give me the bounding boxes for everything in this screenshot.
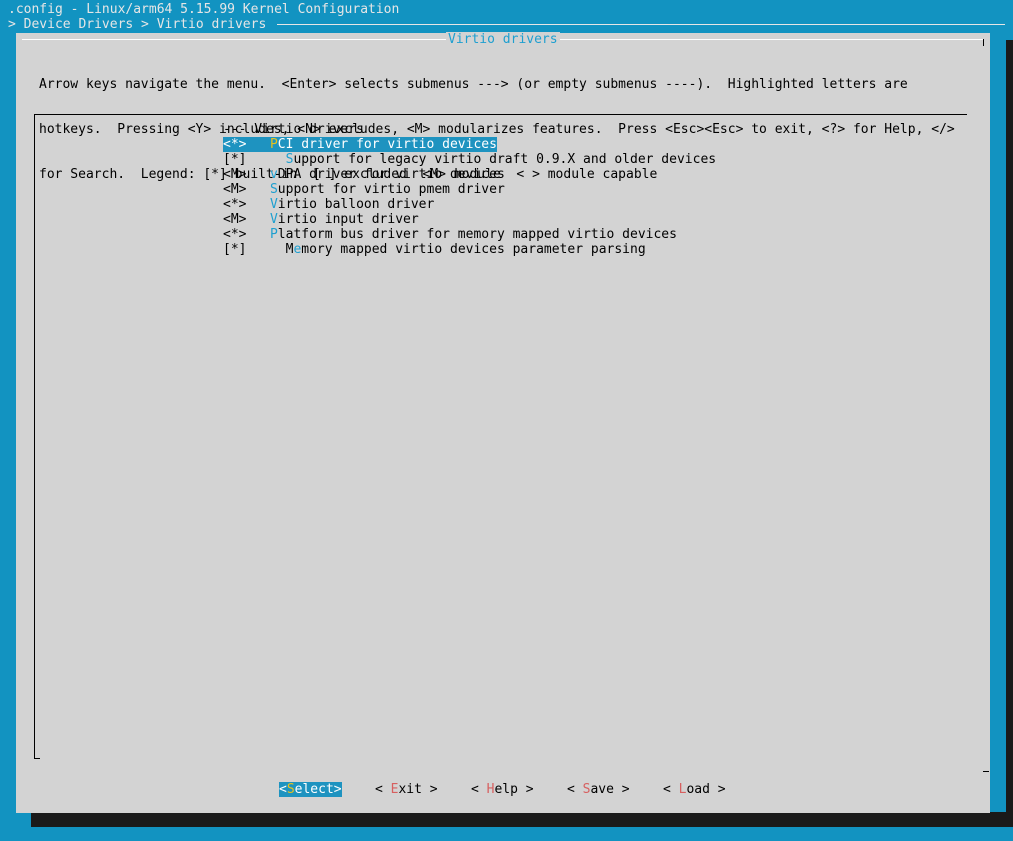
menu-border [983, 771, 989, 772]
item-hotkey: V [269, 212, 278, 227]
help-line: hotkeys. Pressing <Y> includes, <N> excl… [39, 122, 955, 137]
menu-item-platform-bus-driver[interactable]: <*> Platform bus driver for memory mappe… [223, 227, 677, 242]
dialog-title: Virtio drivers [448, 32, 558, 47]
item-label: DPA driver for virtio devices [277, 167, 505, 182]
menu-item-pmem-driver[interactable]: <M> Support for virtio pmem driver [223, 182, 505, 197]
menu-item-input-driver[interactable]: <M> Virtio input driver [223, 212, 419, 227]
item-state: [*] [223, 152, 247, 167]
item-label: irtio input driver [277, 212, 419, 227]
menu-border [34, 758, 40, 759]
item-label: irtio balloon driver [277, 197, 435, 212]
item-label: latform bus driver for memory mapped vir… [277, 227, 677, 242]
breadcrumb: > Device Drivers > Virtio drivers [8, 17, 267, 32]
item-state: <M> [223, 182, 247, 197]
item-label: mory mapped virtio devices parameter par… [301, 242, 646, 257]
dialog-border [983, 39, 984, 46]
menu-border [34, 114, 967, 115]
item-state: <M> [223, 212, 247, 227]
menu-border [34, 114, 35, 759]
save-button[interactable]: < Save > [567, 782, 630, 797]
item-state: [*] [223, 242, 247, 257]
item-state: <M> [223, 167, 247, 182]
menu-item-pci-driver[interactable]: <*> PCI driver for virtio devices [223, 137, 497, 152]
item-hotkey: V [269, 197, 278, 212]
item-state: <*> [223, 137, 247, 152]
load-button[interactable]: < Load > [663, 782, 726, 797]
menu-item-param-parsing[interactable]: [*] Memory mapped virtio devices paramet… [223, 242, 646, 257]
help-button[interactable]: < Help > [471, 782, 534, 797]
item-label: CI driver for virtio devices [277, 137, 497, 152]
menu-heading: --- Virtio drivers [223, 122, 364, 137]
menu-item-balloon-driver[interactable]: <*> Virtio balloon driver [223, 197, 434, 212]
item-state: <*> [223, 197, 247, 212]
item-label: upport for legacy virtio draft 0.9.X and… [293, 152, 717, 167]
item-hotkey: S [269, 182, 278, 197]
menu-item-legacy-support[interactable]: [*] Support for legacy virtio draft 0.9.… [223, 152, 716, 167]
dialog-shadow [1006, 40, 1013, 827]
item-state: <*> [223, 227, 247, 242]
select-button[interactable]: <Select> [279, 782, 342, 797]
help-line: Arrow keys navigate the menu. <Enter> se… [39, 77, 908, 92]
item-label: upport for virtio pmem driver [277, 182, 505, 197]
dialog-shadow [31, 812, 1013, 827]
item-hotkey: P [269, 227, 278, 242]
exit-button[interactable]: < Exit > [375, 782, 438, 797]
item-hotkey: P [269, 137, 278, 152]
window-title: .config - Linux/arm64 5.15.99 Kernel Con… [8, 2, 400, 17]
item-hotkey: v [269, 167, 278, 182]
breadcrumb-rule [277, 24, 1005, 25]
menu-item-vdpa-driver[interactable]: <M> vDPA driver for virtio devices [223, 167, 505, 182]
